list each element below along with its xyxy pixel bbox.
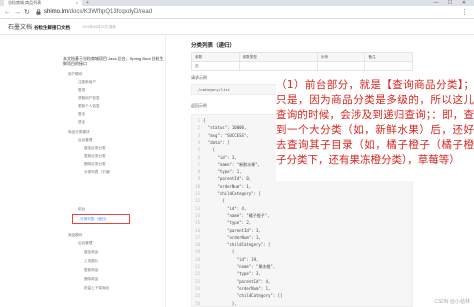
- brand-logo[interactable]: 石墨文档: [8, 20, 32, 35]
- code-text: "data": [: [203, 139, 230, 145]
- code-text: "orderNum": 1,: [203, 234, 261, 240]
- code-text: {: [203, 198, 225, 204]
- sidebar-item[interactable]: 登出: [78, 112, 85, 116]
- code-text: "type": 1,: [203, 169, 242, 175]
- sidebar-item[interactable]: 更新商品: [84, 268, 98, 272]
- url-path: /docs/K3WfhpQ13fcqxdyD/read: [68, 9, 153, 15]
- response-label: 返回示例: [191, 103, 207, 108]
- outline-sidebar: 本文档基于谷粒商城项目 Java 后台，Spring Boot 谷粒生鲜项目的接…: [56, 36, 166, 307]
- back-icon[interactable]: ←: [4, 6, 11, 19]
- address-bar: ← → ↻ shimo.im/docs/K3WfhpQ13fcqxdyD/rea…: [0, 6, 474, 19]
- code-text: "id": 19,: [203, 256, 259, 262]
- code-text: {: [203, 118, 206, 123]
- sidebar-item[interactable]: 更新目录分类: [84, 154, 106, 158]
- table-row: 无: [191, 61, 413, 71]
- forward-icon[interactable]: →: [14, 6, 21, 19]
- sidebar-item[interactable]: 批量上下架商品: [84, 286, 109, 290]
- sidebar-item[interactable]: 增加目录分类: [84, 146, 106, 150]
- code-text: "status": 10000,: [203, 125, 247, 131]
- line-number: 26: [195, 300, 200, 306]
- code-text: "type": 2,: [203, 220, 252, 226]
- watermark: CSDN @小枯林: [434, 299, 470, 305]
- table-header-cell: 备注: [364, 52, 413, 62]
- code-text: {: [203, 249, 235, 255]
- code-text: "name": "新鲜水果",: [203, 161, 260, 167]
- code-text: "childCategory": []: [203, 293, 283, 299]
- table-header-cell: 示例: [316, 52, 366, 62]
- code-text: "childCategory": [: [203, 191, 261, 196]
- sidebar-item[interactable]: 前台: [78, 207, 85, 211]
- sidebar-item[interactable]: 删除商品: [84, 277, 98, 281]
- doc-meta: 2020年05月22日 更新: [82, 25, 117, 29]
- annotation-box: （1）前台部分，就是【查询商品分类】；只是，因为商品分类是多级的，所以这儿查询的…: [276, 78, 474, 181]
- table-cell: [364, 61, 413, 71]
- doc-header: 石墨文档 谷粒生鲜接口文档 2020年05月22日 更新: [0, 20, 474, 35]
- sidebar-item[interactable]: 删除目录分类: [84, 162, 106, 166]
- table-cell: 无: [191, 61, 240, 71]
- doc-title: 谷粒生鲜接口文档: [34, 25, 70, 30]
- sidebar-item[interactable]: 后台管理: [78, 138, 92, 142]
- sidebar-item[interactable]: 注册新用户: [78, 80, 96, 84]
- code-text: "parentId": 3,: [203, 227, 261, 233]
- code-text: "parentId": 0,: [203, 176, 252, 182]
- sidebar-intro: 本文档基于谷粒商城项目 Java 后台，Spring Boot 谷粒生鲜项目的接…: [63, 56, 164, 66]
- code-text: },: [203, 300, 237, 306]
- table-cell: [238, 61, 318, 71]
- browser-tab-title: 谷粒商城 商品列表: [8, 0, 42, 5]
- sidebar-section-category[interactable]: 商品分类模块: [68, 130, 90, 134]
- url-field[interactable]: shimo.im/docs/K3WfhpQ13fcqxdyD/read: [44, 6, 152, 19]
- browser-menu-icon[interactable]: ⋮: [461, 6, 468, 19]
- reload-icon[interactable]: ↻: [24, 6, 30, 19]
- code-text: "id": 3,: [203, 154, 237, 160]
- code-text: "name": "果冻橙",: [203, 264, 276, 269]
- highlight-box: [72, 214, 130, 224]
- code-text: "orderNum": 1,: [203, 183, 252, 189]
- sidebar-item[interactable]: 分类列表（平铺）: [84, 170, 113, 174]
- params-table: 参数 参数类型 示例 备注 无: [191, 52, 413, 71]
- lock-icon: [36, 9, 41, 15]
- code-text: "msg": "SUCCESS",: [203, 132, 249, 138]
- annotation-text: （1）前台部分，就是【查询商品分类】；只是，因为商品分类是多级的，所以这儿查询的…: [276, 79, 474, 166]
- table-header-cell: 参数: [191, 52, 240, 62]
- sidebar-item[interactable]: 登录: [78, 88, 85, 92]
- sidebar-item[interactable]: 退出: [78, 120, 85, 124]
- sidebar-item[interactable]: 增加商品: [84, 250, 98, 254]
- sidebar-item[interactable]: 上传图片: [84, 259, 98, 263]
- section-title: 分类列表（递归）: [191, 43, 236, 49]
- table-cell: [316, 61, 366, 71]
- url-host: shimo.im: [44, 9, 69, 15]
- sidebar-item[interactable]: 更新个人信息: [78, 104, 100, 108]
- code-line: 26 },: [192, 300, 412, 307]
- sidebar-section-users[interactable]: 用户模块: [68, 72, 82, 76]
- sidebar-section-product[interactable]: 商品模块: [68, 233, 82, 237]
- request-label: 请求示例: [191, 75, 207, 80]
- code-text: "id": 4,: [203, 205, 247, 211]
- code-text: "name": "橘子橙子",: [203, 212, 270, 218]
- sidebar-item[interactable]: 获取用户信息: [78, 96, 100, 100]
- table-header-row: 参数 参数类型 示例 备注: [191, 52, 413, 62]
- code-text: "parentId": 4,: [203, 278, 271, 284]
- code-text: "orderNum": 1,: [203, 285, 271, 291]
- table-header-cell: 参数类型: [238, 52, 318, 62]
- code-text: "childCategory": [: [203, 242, 271, 248]
- code-text: "type": 3,: [203, 271, 261, 277]
- sidebar-item[interactable]: 后台管理: [78, 241, 92, 245]
- code-text: {: [203, 147, 216, 153]
